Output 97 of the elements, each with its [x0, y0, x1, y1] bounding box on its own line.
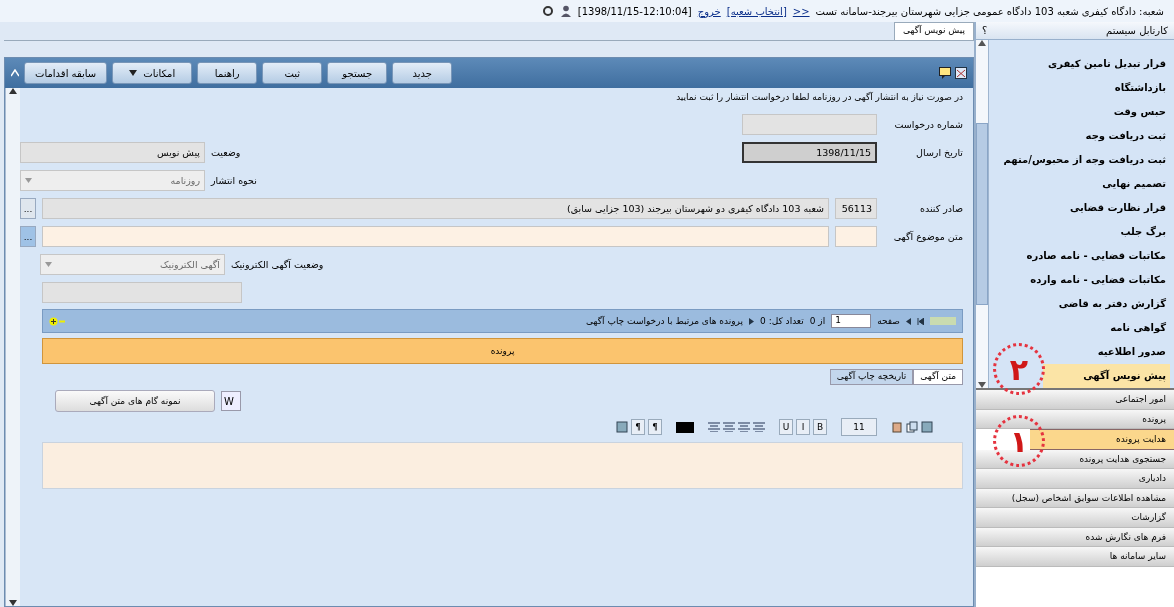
module-item[interactable]: مشاهده اطلاعات سوابق اشخاص (سجل): [976, 488, 1174, 508]
electronic-select[interactable]: آگهی الکترونیک: [40, 254, 225, 275]
scrollbar[interactable]: [5, 88, 20, 606]
dropdown-icon: [45, 262, 52, 267]
tab[interactable]: پیش نویس آگهی: [894, 22, 974, 40]
sidebar-item[interactable]: بازداشتگاه: [989, 76, 1170, 100]
subject-code-field[interactable]: [835, 226, 877, 247]
request-number-field[interactable]: [742, 114, 877, 135]
word-button[interactable]: W: [221, 391, 241, 411]
scroll-down-icon: [9, 600, 17, 606]
notice-text: در صورت نیاز به انتشار آگهی در روزنامه لطفا درخواست انتشار را ثبت نمایید: [675, 92, 963, 104]
editor-tool-icon: [921, 421, 933, 433]
pager-text: از 0: [809, 316, 826, 326]
next-page-icon: [749, 317, 755, 325]
format-button[interactable]: I: [796, 419, 810, 435]
caret-icon: [129, 70, 138, 76]
sidebar-item[interactable]: تصمیم نهایی: [989, 172, 1170, 196]
first-page-icon: [917, 317, 924, 325]
sidebar-item[interactable]: ثبت دریافت وجه: [989, 124, 1170, 148]
sidebar-item[interactable]: قرار تبدیل تامین کیفری: [989, 52, 1170, 76]
issuer-field: شعبه 103 دادگاه کیفری دو شهرستان بیرجند (103 جزایی سابق): [42, 198, 829, 219]
align-icon: [708, 422, 720, 432]
date-time: [1398/11/15-12:10:04]: [577, 5, 692, 17]
issuer-code-field: 56113: [835, 198, 877, 219]
sidebar-item[interactable]: گواهی نامه: [989, 316, 1170, 340]
annotation-marker: ۱: [993, 415, 1045, 467]
align-icon: [723, 422, 735, 432]
pager-text: صفحه: [877, 316, 900, 326]
subject-field[interactable]: [42, 226, 829, 247]
module-item[interactable]: هدایت پرونده: [1030, 429, 1174, 450]
toolbar-button[interactable]: راهنما: [197, 62, 258, 84]
pager-text: تعداد کل: 0: [760, 316, 804, 326]
editor-tool-icon: [616, 421, 628, 433]
template-button[interactable]: نمونه گام های متن آگهی: [55, 390, 215, 412]
align-icon: [738, 422, 750, 432]
add-icon: [49, 316, 65, 326]
module-item[interactable]: فرم های نگارش شده: [976, 527, 1174, 547]
branch-info: شعبه: دادگاه کیفری شعبه 103 دادگاه عمومی جزایی شهرستان بیرجند-سامانه تست: [815, 5, 1164, 17]
user-icon: [559, 5, 572, 17]
comment-icon: [939, 67, 951, 79]
format-button[interactable]: ¶: [631, 419, 645, 435]
field-label: صادر کننده: [918, 203, 963, 214]
toolbar-button[interactable]: امکانات: [112, 62, 193, 84]
browse-button[interactable]: ...: [20, 226, 36, 247]
page-field[interactable]: 1: [831, 314, 872, 328]
window-icon: [955, 67, 967, 79]
field-label: وضعیت: [211, 147, 241, 158]
sidebar-item[interactable]: قرار نظارت قضایی: [989, 196, 1170, 220]
sidebar-item[interactable]: گزارش دفتر به قاضی: [989, 292, 1170, 316]
color-swatch[interactable]: [676, 421, 694, 433]
sidebar-item[interactable]: ثبت دریافت وجه از محبوس/متهم: [989, 148, 1170, 172]
date-field[interactable]: 1398/11/15: [742, 142, 877, 163]
dropdown-icon: [25, 178, 32, 183]
empty-field[interactable]: [42, 282, 242, 303]
sidebar-item[interactable]: حبس وقت: [989, 100, 1170, 124]
collapse-icon: [11, 69, 19, 77]
editor-tool-icon: [906, 421, 918, 433]
grid-title: پرونده های مرتبط با درخواست چاپ آگهی: [586, 316, 744, 326]
module-item[interactable]: دادیاری: [976, 469, 1174, 489]
prev-page-icon: [906, 317, 911, 325]
font-size-select[interactable]: 11: [841, 418, 877, 436]
sidebar-title: کارتابل سیستم: [1106, 25, 1168, 36]
field-label: وضعیت آگهی الکترونیک: [231, 259, 324, 270]
help-mark[interactable]: ؟: [982, 25, 988, 36]
module-item[interactable]: امور اجتماعی: [976, 390, 1174, 410]
tab[interactable]: متن آگهی: [913, 369, 963, 385]
scrollbar[interactable]: [976, 40, 989, 388]
module-item[interactable]: سایر سامانه ها: [976, 547, 1174, 567]
header-link[interactable]: [انتخاب شعبه]: [726, 5, 787, 17]
format-button[interactable]: B: [813, 419, 827, 435]
module-item[interactable]: گزارشات: [976, 508, 1174, 528]
sidebar-item[interactable]: پیش نویس آگهی: [1043, 364, 1170, 388]
toolbar-button[interactable]: سابقه اقدامات: [24, 62, 108, 84]
back-link[interactable]: <<: [792, 5, 810, 17]
publish-type-select[interactable]: روزنامه: [20, 170, 205, 191]
status-field: پیش نویس: [20, 142, 205, 163]
header-link[interactable]: خروج: [697, 5, 721, 17]
browse-button[interactable]: ...: [20, 198, 36, 219]
field-label: شماره درخواست: [893, 119, 963, 130]
field-label: نحوه انتشار: [211, 175, 257, 186]
annotation-marker: ۲: [993, 343, 1045, 395]
field-label: متن موضوع آگهی: [892, 231, 963, 242]
format-button[interactable]: ¶: [648, 419, 662, 435]
format-button[interactable]: U: [779, 419, 793, 435]
sidebar-item[interactable]: مکاتبات قضایی - نامه صادره: [989, 244, 1170, 268]
scroll-down-icon: [978, 382, 986, 388]
toolbar-button[interactable]: جستجو: [327, 62, 388, 84]
column-header[interactable]: پرونده: [42, 338, 963, 364]
sidebar-item[interactable]: مکاتبات قضایی - نامه وارده: [989, 268, 1170, 292]
text-editor[interactable]: [42, 442, 963, 489]
toolbar-button[interactable]: جدید: [392, 62, 453, 84]
tab[interactable]: تاریخچه چاپ آگهی: [829, 369, 914, 385]
align-icon: [753, 422, 765, 432]
sidebar-item[interactable]: برگ جلب: [989, 220, 1170, 244]
editor-tool-icon: [891, 421, 903, 433]
field-label: تاریخ ارسال: [915, 147, 963, 158]
toolbar-button[interactable]: ثبت: [262, 62, 323, 84]
